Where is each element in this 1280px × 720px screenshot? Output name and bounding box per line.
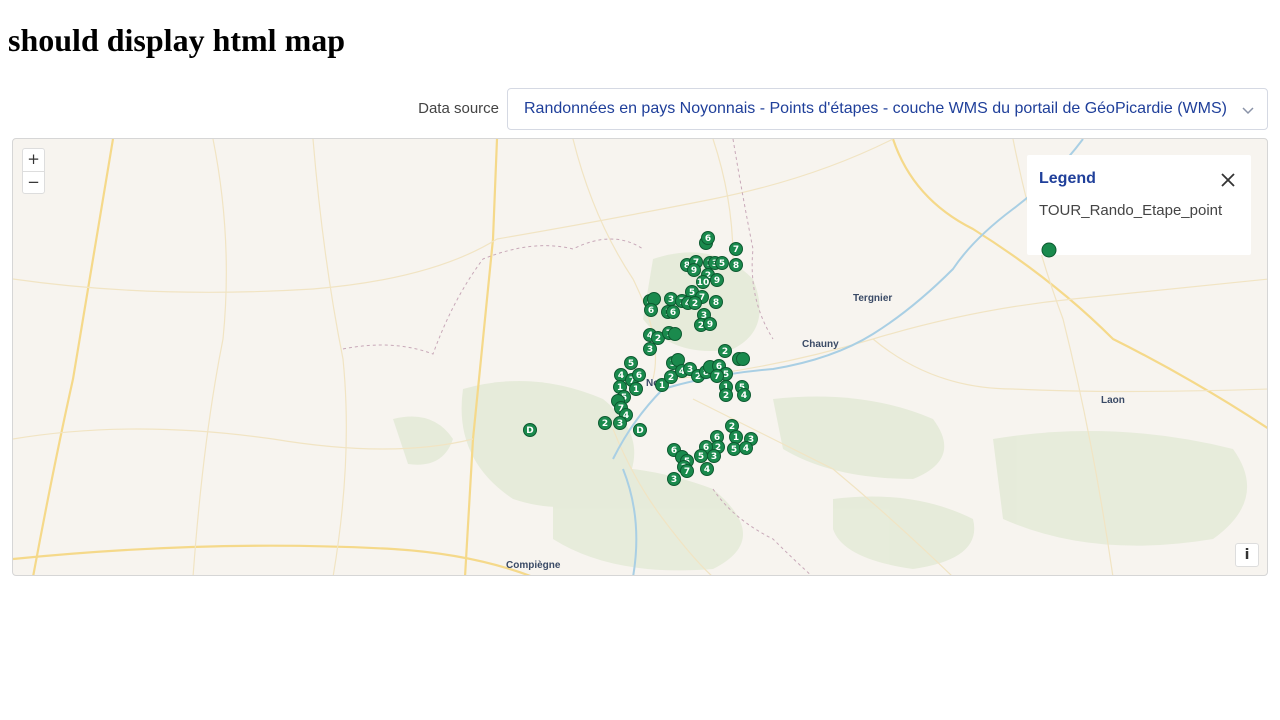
waypoint-marker[interactable]: 6	[632, 368, 646, 382]
waypoint-marker[interactable]: 5	[694, 449, 708, 463]
waypoint-marker[interactable]: 5	[715, 256, 729, 270]
waypoint-marker[interactable]: D	[523, 423, 537, 437]
svg-text:3: 3	[671, 475, 677, 485]
legend-marker-symbol	[1041, 242, 1057, 258]
svg-text:4: 4	[743, 444, 749, 454]
svg-text:1: 1	[659, 381, 665, 391]
map-view[interactable]: Tergnier Chauny Laon Compiègne No 678792…	[12, 138, 1268, 576]
info-button[interactable]: i	[1235, 543, 1259, 567]
waypoint-marker[interactable]: 7	[680, 464, 694, 478]
svg-text:D: D	[636, 426, 643, 436]
svg-text:4: 4	[741, 391, 747, 401]
waypoint-marker[interactable]: 1	[729, 430, 743, 444]
svg-text:5: 5	[719, 259, 725, 269]
waypoint-marker[interactable]: 4	[700, 462, 714, 476]
waypoint-marker[interactable]: 7	[710, 369, 724, 383]
svg-text:1: 1	[633, 385, 639, 395]
waypoint-marker[interactable]: 2	[719, 388, 733, 402]
waypoint-marker[interactable]: 2	[688, 296, 702, 310]
svg-text:2: 2	[723, 391, 729, 401]
svg-text:6: 6	[705, 234, 711, 244]
chevron-down-icon	[1242, 107, 1254, 115]
svg-text:6: 6	[670, 308, 676, 318]
waypoint-marker[interactable]: 6	[644, 303, 658, 317]
zoom-out-button[interactable]: −	[23, 171, 44, 193]
svg-text:6: 6	[636, 371, 642, 381]
svg-text:D: D	[526, 426, 533, 436]
waypoint-marker[interactable]: 9	[710, 273, 724, 287]
svg-text:2: 2	[602, 419, 608, 429]
waypoint-marker[interactable]: 5	[624, 356, 638, 370]
data-source-value: Randonnées en pays Noyonnais - Points d'…	[524, 100, 1227, 117]
svg-text:5: 5	[698, 452, 704, 462]
svg-text:9: 9	[714, 276, 720, 286]
waypoint-marker[interactable]: 3	[613, 416, 627, 430]
waypoint-marker[interactable]: 9	[687, 263, 701, 277]
svg-text:7: 7	[714, 372, 720, 382]
close-icon[interactable]	[1219, 171, 1237, 189]
data-source-row: Data source Randonnées en pays Noyonnais…	[0, 88, 1268, 130]
svg-text:9: 9	[691, 266, 697, 276]
svg-text:5: 5	[731, 445, 737, 455]
waypoint-marker[interactable]	[668, 327, 682, 341]
waypoint-marker[interactable]: 3	[643, 342, 657, 356]
svg-text:2: 2	[668, 373, 674, 383]
waypoint-marker[interactable]: 2	[718, 344, 732, 358]
place-label-compiegne: Compiègne	[506, 560, 561, 571]
data-source-select[interactable]: Randonnées en pays Noyonnais - Points d'…	[507, 88, 1268, 130]
place-label-chauny: Chauny	[802, 339, 839, 350]
zoom-control: + −	[22, 148, 45, 194]
svg-text:4: 4	[618, 371, 624, 381]
svg-text:10: 10	[697, 278, 710, 288]
svg-text:1: 1	[733, 433, 739, 443]
legend-layer-name: TOUR_Rando_Etape_point	[1039, 202, 1223, 219]
legend-title: Legend	[1039, 170, 1096, 187]
waypoint-marker[interactable]: D	[633, 423, 647, 437]
waypoint-marker[interactable]: 7	[729, 242, 743, 256]
waypoint-marker[interactable]: 3	[707, 449, 721, 463]
svg-text:5: 5	[628, 359, 634, 369]
page-title: should display html map	[8, 22, 346, 58]
waypoint-marker[interactable]: 2	[598, 416, 612, 430]
svg-text:8: 8	[733, 261, 739, 271]
data-source-label: Data source	[418, 100, 499, 117]
svg-text:7: 7	[684, 467, 690, 477]
svg-text:6: 6	[648, 306, 654, 316]
svg-text:2: 2	[722, 347, 728, 357]
waypoint-marker[interactable]: 9	[703, 317, 717, 331]
legend-panel: Legend TOUR_Rando_Etape_point	[1027, 155, 1251, 258]
waypoint-marker[interactable]	[736, 352, 750, 366]
waypoint-marker[interactable]: 8	[709, 295, 723, 309]
svg-text:9: 9	[707, 320, 713, 330]
waypoint-marker[interactable]: 4	[737, 388, 751, 402]
waypoint-marker[interactable]: 8	[729, 258, 743, 272]
waypoint-marker[interactable]: 6	[666, 305, 680, 319]
svg-text:3: 3	[668, 295, 674, 305]
waypoint-marker[interactable]: 4	[739, 441, 753, 455]
waypoint-marker[interactable]: 3	[667, 472, 681, 486]
waypoint-marker[interactable]: 6	[701, 231, 715, 245]
svg-text:3: 3	[711, 452, 717, 462]
svg-text:7: 7	[733, 245, 739, 255]
waypoint-marker[interactable]: 5	[727, 442, 741, 456]
svg-text:4: 4	[704, 465, 710, 475]
zoom-in-button[interactable]: +	[23, 149, 44, 171]
waypoint-marker[interactable]: 10	[696, 275, 710, 289]
waypoint-marker[interactable]: 1	[629, 382, 643, 396]
place-label-tergnier: Tergnier	[853, 293, 892, 304]
svg-text:3: 3	[647, 345, 653, 355]
svg-text:8: 8	[713, 298, 719, 308]
svg-text:3: 3	[617, 419, 623, 429]
place-label-laon: Laon	[1101, 395, 1125, 406]
svg-text:2: 2	[692, 299, 698, 309]
svg-text:2: 2	[655, 334, 661, 344]
